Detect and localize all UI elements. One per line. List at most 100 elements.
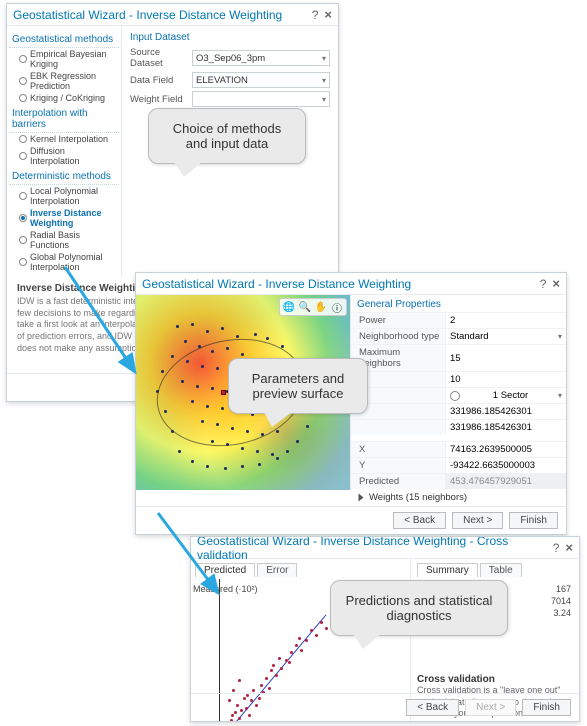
sample-point [184,340,187,343]
tool-pan-icon[interactable]: ✋ [314,300,328,314]
cv-description-title: Cross validation [417,674,573,685]
scatter-point [315,634,318,637]
dialog-title: Geostatistical Wizard [197,536,310,548]
sample-point [198,345,201,348]
sample-point [176,325,179,328]
prop-power-value[interactable]: 2 [446,313,566,328]
sample-point [226,347,229,350]
prop-maxneighbors-value[interactable]: 15 [446,345,566,371]
sample-point [216,423,219,426]
prop-y-label: Y [351,458,446,473]
prop-radius-label [351,420,446,435]
radio-diffusion[interactable]: Diffusion Interpolation [9,145,119,167]
sample-point [206,465,209,468]
dialog-header: Geostatistical Wizard - Inverse Distance… [136,273,566,295]
radio-rbf[interactable]: Radial Basis Functions [9,229,119,251]
tool-globe-icon[interactable]: 🌐 [282,300,296,314]
callout-step1: Choice of methods and input data [148,108,306,164]
sample-point [211,350,214,353]
scatter-point [298,637,301,640]
group-deterministic: Deterministic methods [9,169,119,185]
close-icon[interactable]: × [552,276,560,291]
back-button[interactable]: < Back [393,512,446,529]
scatter-point [260,684,263,687]
sample-point [231,427,234,430]
data-field-label: Data Field [130,75,192,86]
summary-value-3: 3.24 [553,608,571,618]
radio-lpi[interactable]: Local Polynomial Interpolation [9,185,119,207]
help-icon[interactable]: ? [540,277,547,291]
radio-gpi[interactable]: Global Polynomial Interpolation [9,251,119,273]
dialog-footer: < Back Next > Finish [136,506,566,534]
scatter-point [295,644,298,647]
scatter-point [268,687,271,690]
tool-zoom-icon[interactable]: 🔍 [298,300,312,314]
sample-point [178,450,181,453]
prop-angle-value[interactable]: 331986.185426301 [446,404,566,419]
scatter-point [242,721,245,722]
sample-point [241,447,244,450]
tab-summary[interactable]: Summary [417,563,478,577]
scatter-point [280,667,283,670]
prop-y-value[interactable]: -93422.6635000003 [446,458,566,473]
prop-minneighbors-value[interactable]: 10 [446,372,566,387]
scatter-point [275,674,278,677]
weight-field-field[interactable]: ▾ [192,91,330,107]
sample-point [236,335,239,338]
sample-point [191,323,194,326]
sample-point [254,333,257,336]
radio-ebk-regression[interactable]: EBK Regression Prediction [9,70,119,92]
sample-point [181,380,184,383]
help-icon[interactable]: ? [553,541,560,555]
tab-predicted[interactable]: Predicted [195,563,255,577]
scatter-point [325,627,328,630]
input-dataset-title: Input Dataset [130,32,330,43]
sample-point [241,465,244,468]
sample-point [206,405,209,408]
close-icon[interactable]: × [324,7,332,22]
tool-identify-icon[interactable]: ⓘ [330,300,344,314]
next-button[interactable]: Next > [452,512,503,529]
prop-sector-value[interactable]: 1 Sector▾ [446,388,566,403]
prop-neighborhood-value[interactable]: Standard▾ [446,329,566,344]
scatter-point [265,677,268,680]
radio-idw[interactable]: Inverse Distance Weighting [9,207,119,229]
radio-kriging[interactable]: Kriging / CoKriging [9,92,119,104]
source-dataset-field[interactable]: O3_Sep06_3pm▾ [192,50,330,66]
tab-error[interactable]: Error [257,563,297,577]
summary-count-value: 167 [556,584,571,594]
scatter-point [300,649,303,652]
sample-point [281,345,284,348]
sample-point [201,420,204,423]
dialog-subtitle: - Inverse Distance Weighting - [310,536,477,548]
close-icon[interactable]: × [565,540,573,555]
finish-button[interactable]: Finish [509,512,558,529]
sample-point [186,360,189,363]
scatter-point [305,639,308,642]
sample-point [276,430,279,433]
sample-point [164,410,167,413]
prop-x-value[interactable]: 74163.2639500005 [446,442,566,457]
prop-radius-value[interactable]: 331986.185426301 [446,420,566,435]
back-button[interactable]: < Back [406,699,459,716]
weights-expander[interactable]: Weights (15 neighbors) [351,489,566,506]
dialog-header: Geostatistical Wizard - Inverse Distance… [191,537,579,559]
sample-point [224,467,227,470]
sample-point [216,367,219,370]
sample-point [221,327,224,330]
sector-icon [450,391,460,401]
finish-button[interactable]: Finish [522,699,571,716]
radio-ebk[interactable]: Empirical Bayesian Kriging [9,48,119,70]
tab-table[interactable]: Table [480,563,522,577]
sample-point [241,353,244,356]
weight-field-label: Weight Field [130,94,192,105]
radio-kernel[interactable]: Kernel Interpolation [9,133,119,145]
sample-point [211,440,214,443]
scatter-point [278,657,281,660]
data-field-field[interactable]: ELEVATION▾ [192,72,330,88]
sample-point [226,443,229,446]
chevron-right-icon [359,494,364,502]
help-icon[interactable]: ? [312,8,319,22]
dialog-title: Geostatistical Wizard [142,277,255,291]
prop-predicted-label: Predicted [351,474,446,489]
